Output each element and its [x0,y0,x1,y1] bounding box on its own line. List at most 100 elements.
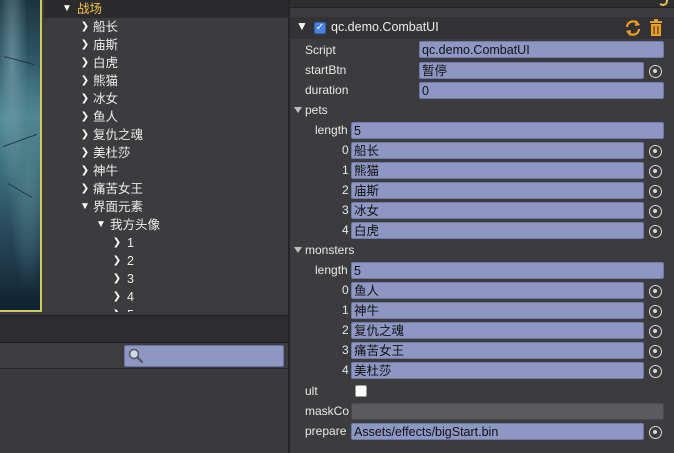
search-field[interactable] [124,345,284,367]
pets-index: 0 [342,143,349,157]
scene-preview[interactable] [0,0,42,312]
tree-item-label: 熊猫 [93,74,119,88]
tree-item[interactable]: ❯ 庙斯 [44,36,288,54]
chevron-down-icon[interactable]: ▼ [60,0,74,18]
chevron-right-icon[interactable]: ❯ [78,162,92,180]
object-picker-icon[interactable] [649,145,662,158]
chevron-right-icon[interactable]: ❯ [110,288,124,306]
tree-item-label: 2 [127,254,134,268]
pets-index: 2 [342,183,349,197]
duration-field[interactable]: 0 [419,82,664,99]
object-picker-icon[interactable] [649,426,662,439]
tree-item-label: 复仇之魂 [93,128,144,142]
pets-length-field[interactable]: 5 [351,122,664,139]
chevron-right-icon[interactable]: ❯ [78,126,92,144]
object-picker-icon[interactable] [649,325,662,338]
inspector-panel: ▼ ✓ qc.demo.CombatUI Script qc.demo.Comb… [290,0,674,453]
monsters-index: 0 [342,283,349,297]
tree-item[interactable]: ❯ 美杜莎 [44,144,288,162]
monsters-index: 2 [342,323,349,337]
ult-checkbox[interactable] [355,385,367,397]
object-picker-icon[interactable] [649,205,662,218]
pets-index: 3 [342,203,349,217]
tree-item[interactable]: ❯ 2 [44,252,288,270]
tree-item[interactable]: ❯ 4 [44,288,288,306]
magnifier-icon [128,348,144,364]
ult-label: ult [305,384,318,398]
chevron-right-icon[interactable]: ❯ [78,180,92,198]
object-picker-icon[interactable] [649,225,662,238]
monsters-item-field[interactable]: 美杜莎 [351,362,644,379]
object-picker-icon[interactable] [649,185,662,198]
startbtn-field[interactable]: 暂停 [419,62,644,79]
bottom-left-panel [0,312,288,453]
maskco-field[interactable] [351,403,664,420]
object-picker-icon[interactable] [649,165,662,178]
startbtn-label: startBtn [305,63,347,77]
component-enabled-checkbox[interactable]: ✓ [314,22,326,34]
pets-item-field[interactable]: 熊猫 [351,162,644,179]
chevron-right-icon[interactable]: ❯ [78,18,92,36]
tree-item[interactable]: ❯ 鱼人 [44,108,288,126]
pets-item-field[interactable]: 白虎 [351,222,644,239]
collapse-triangle-icon[interactable] [294,247,302,253]
object-picker-icon[interactable] [649,305,662,318]
trash-icon[interactable] [648,19,664,37]
pets-label: pets [305,103,328,117]
chevron-right-icon[interactable]: ❯ [110,234,124,252]
object-picker-icon[interactable] [649,65,662,78]
search-input[interactable] [145,347,281,365]
tree-item-label: 鱼人 [93,110,119,124]
tree-item[interactable]: ❯ 神牛 [44,162,288,180]
refresh-icon[interactable] [624,19,642,37]
prepare-field[interactable]: Assets/effects/bigStart.bin [351,423,644,440]
tree-item[interactable]: ❯ 船长 [44,18,288,36]
monsters-item-field[interactable]: 鱼人 [351,282,644,299]
pets-item-field[interactable]: 船长 [351,142,644,159]
monsters-item-field[interactable]: 神牛 [351,302,644,319]
chevron-right-icon[interactable]: ❯ [78,72,92,90]
object-picker-icon[interactable] [649,285,662,298]
object-picker-icon[interactable] [649,345,662,358]
monsters-item-field[interactable]: 痛苦女王 [351,342,644,359]
chevron-down-icon[interactable]: ▼ [78,198,92,216]
chevron-right-icon[interactable]: ❯ [78,90,92,108]
chevron-right-icon[interactable]: ❯ [78,36,92,54]
inspector-top-bar [290,0,674,8]
tree-item-label: 船长 [93,20,119,34]
chevron-down-icon[interactable]: ▼ [296,19,310,37]
monsters-length-field[interactable]: 5 [351,262,664,279]
chevron-right-icon[interactable]: ❯ [78,54,92,72]
chevron-right-icon[interactable]: ❯ [110,270,124,288]
monsters-item-field[interactable]: 复仇之魂 [351,322,644,339]
tree-item[interactable]: ❯ 3 [44,270,288,288]
script-label: Script [305,43,336,57]
tree-item-ui-elements[interactable]: ▼ 界面元素 [44,198,288,216]
chevron-right-icon[interactable]: ❯ [78,144,92,162]
tree-item-our-avatars[interactable]: ▼ 我方头像 [44,216,288,234]
component-header[interactable]: ▼ ✓ qc.demo.CombatUI [290,17,674,39]
scene-detail [2,133,38,148]
tree-item[interactable]: ❯ 冰女 [44,90,288,108]
tree-item-label: 神牛 [93,164,119,178]
tree-item-label: 痛苦女王 [93,182,144,196]
chevron-right-icon[interactable]: ❯ [110,252,124,270]
chevron-right-icon[interactable]: ❯ [78,108,92,126]
object-picker-icon[interactable] [649,365,662,378]
script-field[interactable]: qc.demo.CombatUI [419,41,664,58]
pets-item-field[interactable]: 庙斯 [351,182,644,199]
chevron-down-icon[interactable]: ▼ [94,216,108,234]
duration-label: duration [305,83,349,97]
panel-tab-bar [0,315,288,343]
tree-item-battlefield[interactable]: ▼ 战场 [44,0,288,18]
tree-item[interactable]: ❯ 复仇之魂 [44,126,288,144]
pets-length-label: length [315,123,348,137]
collapse-triangle-icon[interactable] [294,107,302,113]
tree-item[interactable]: ❯ 白虎 [44,54,288,72]
tree-item[interactable]: ❯ 痛苦女王 [44,180,288,198]
tree-item-label: 庙斯 [93,38,119,52]
tree-item[interactable]: ❯ 1 [44,234,288,252]
tree-item-label: 战场 [77,2,103,16]
pets-item-field[interactable]: 冰女 [351,202,644,219]
tree-item[interactable]: ❯ 熊猫 [44,72,288,90]
